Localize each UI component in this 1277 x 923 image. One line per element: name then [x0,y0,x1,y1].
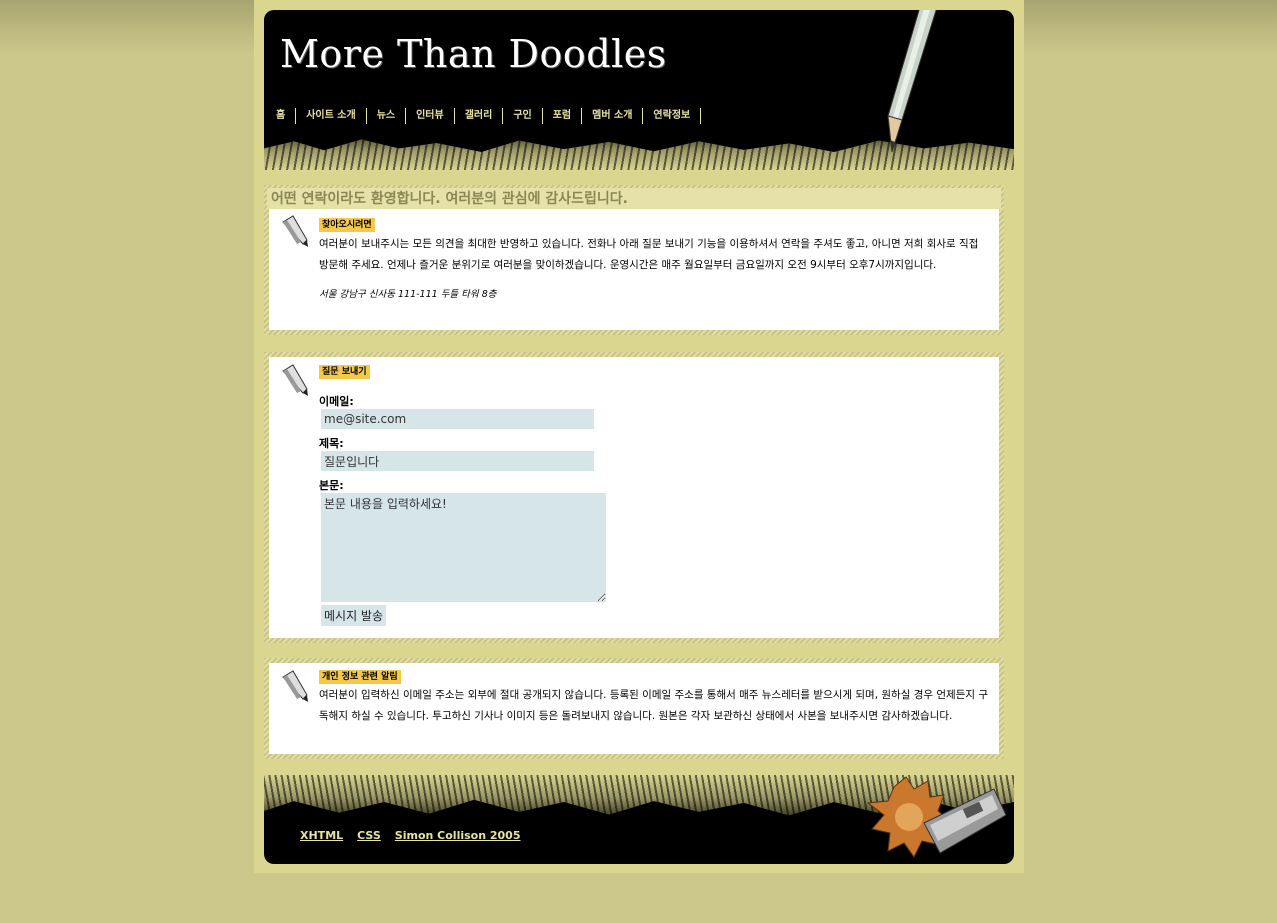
contact-heading: 어떤 연락이라도 환영합니다. 여러분의 관심에 감사드립니다. [267,188,1001,209]
privacy-label: 개인 정보 관련 알림 [319,670,401,684]
pen-nib-icon [282,364,308,396]
nav-interview[interactable]: 인터뷰 [406,108,455,124]
site-footer: XHTML CSS Simon Collison 2005 [264,775,1014,864]
message-body-field[interactable]: 본문 내용을 입력하세요! [321,493,606,602]
send-question-label: 질문 보내기 [319,365,370,379]
subject-label: 제목: [319,437,344,450]
pen-nib-icon [282,215,308,247]
nav-news[interactable]: 뉴스 [367,108,407,124]
send-message-button[interactable]: 메시지 발송 [321,605,387,626]
body-label: 본문: [319,479,344,492]
footer-link-css[interactable]: CSS [357,829,381,842]
footer-link-xhtml[interactable]: XHTML [300,829,343,842]
nav-contact[interactable]: 연락정보 [643,108,702,124]
email-label: 이메일: [319,395,354,408]
footer-link-credit[interactable]: Simon Collison 2005 [395,829,521,842]
subject-field[interactable] [321,451,594,471]
privacy-text: 여러분이 입력하신 이메일 주소는 외부에 절대 공개되지 않습니다. 등록된 … [319,689,989,722]
pencil-icon [887,10,937,153]
nav-jobs[interactable]: 구인 [503,108,543,124]
nav-home[interactable]: 홈 [266,108,297,124]
email-field[interactable] [321,409,594,429]
nav-forum[interactable]: 포럼 [543,108,583,124]
contact-box: 어떤 연락이라도 환영합니다. 여러분의 관심에 감사드립니다. 찾아오시려면 … [264,185,1004,335]
contact-text: 여러분이 보내주시는 모든 의견을 최대한 반영하고 있습니다. 전화나 아래 … [319,238,979,271]
page-container: More Than Doodles 홈 사이트 소개 뉴스 인터뷰 갤러리 구인… [254,0,1024,873]
question-form-box: 질문 보내기 이메일: 제목: 본문: 본문 내용을 입력하세요! 메시지 발송 [264,352,1004,643]
directions-label: 찾아오시려면 [319,218,375,232]
pen-nib-icon [282,670,308,702]
nav-members[interactable]: 멤버 소개 [582,108,644,124]
privacy-box: 개인 정보 관련 알림 여러분이 입력하신 이메일 주소는 외부에 절대 공개되… [264,658,1004,759]
site-header: More Than Doodles 홈 사이트 소개 뉴스 인터뷰 갤러리 구인… [264,10,1014,170]
address-text: 서울 강남구 신사동 111-111 두들 타워 8층 [319,289,497,300]
nav-gallery[interactable]: 갤러리 [455,108,504,124]
nav-about[interactable]: 사이트 소개 [296,108,367,124]
site-title: More Than Doodles [280,32,667,76]
main-nav: 홈 사이트 소개 뉴스 인터뷰 갤러리 구인 포럼 멤버 소개 연락정보 [266,108,702,124]
footer-links: XHTML CSS Simon Collison 2005 [300,829,521,842]
pencil-sharpener-icon [866,776,1007,858]
